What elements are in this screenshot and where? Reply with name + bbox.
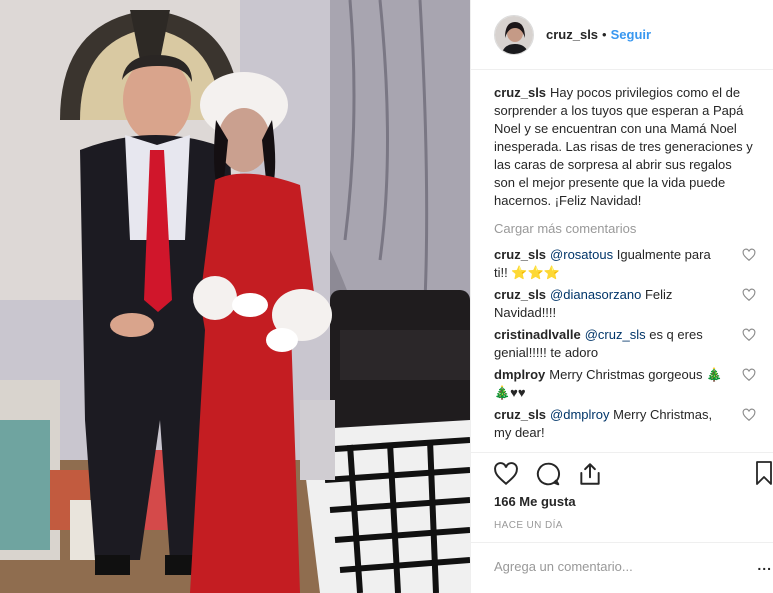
actions-divider [471, 452, 773, 453]
add-comment-section: ... [471, 542, 773, 593]
avatar-image [495, 15, 533, 54]
comment-username[interactable]: cruz_sls [494, 247, 546, 262]
load-more-comments-button[interactable]: Cargar más comentarios [494, 220, 756, 238]
post-image [0, 0, 470, 593]
comment-username[interactable]: cruz_sls [494, 407, 546, 422]
comment-item: cristinadlvalle @cruz_sls es q eres genia… [494, 326, 756, 362]
caption-text: Hay pocos privilegios como el de sorpren… [494, 85, 753, 208]
post-actions [493, 458, 619, 490]
heart-icon[interactable] [742, 408, 756, 422]
comment-item: cruz_sls @dianasorzano Feliz Navidad!!!! [494, 286, 756, 322]
heart-icon[interactable] [493, 461, 519, 487]
post-timestamp[interactable]: HACE UN DÍA [494, 520, 563, 531]
comments-section: cruz_sls Hay pocos privilegios como el de… [494, 84, 756, 442]
follow-button[interactable]: Seguir [611, 27, 651, 42]
comment-mention[interactable]: @dianasorzano [550, 287, 641, 302]
comment-username[interactable]: dmplroy [494, 367, 545, 382]
post-caption: cruz_sls Hay pocos privilegios como el de… [494, 84, 756, 210]
comment-item: dmplroy Merry Christmas gorgeous 🎄🎄♥♥ [494, 366, 756, 402]
comment-item: cruz_sls @rosatous Igualmente para ti!! ⭐… [494, 246, 756, 282]
comment-mention[interactable]: @rosatous [550, 247, 613, 262]
heart-icon[interactable] [742, 248, 756, 262]
instagram-post: cruz_sls • Seguir cruz_sls Hay pocos priv… [0, 0, 773, 593]
heart-icon[interactable] [742, 328, 756, 342]
likes-count[interactable]: 166 Me gusta [494, 494, 576, 509]
comment-icon[interactable] [535, 461, 561, 487]
comment-mention[interactable]: @cruz_sls [585, 327, 646, 342]
header-username[interactable]: cruz_sls [546, 27, 598, 42]
post-side-panel: cruz_sls • Seguir cruz_sls Hay pocos priv… [470, 0, 773, 593]
bookmark-icon[interactable] [755, 460, 773, 486]
header-separator: • [602, 27, 607, 42]
post-photo[interactable] [0, 0, 470, 593]
comment-username[interactable]: cristinadlvalle [494, 327, 581, 342]
avatar[interactable] [494, 14, 534, 55]
more-options-button[interactable]: ... [757, 557, 772, 573]
post-header: cruz_sls • Seguir [471, 0, 773, 70]
heart-icon[interactable] [742, 368, 756, 382]
comment-mention[interactable]: @dmplroy [550, 407, 609, 422]
comment-item: cruz_sls @dmplroy Merry Christmas, my dea… [494, 406, 756, 442]
share-icon[interactable] [577, 461, 603, 487]
heart-icon[interactable] [742, 288, 756, 302]
add-comment-input[interactable] [494, 559, 754, 574]
caption-username[interactable]: cruz_sls [494, 85, 546, 100]
comment-username[interactable]: cruz_sls [494, 287, 546, 302]
